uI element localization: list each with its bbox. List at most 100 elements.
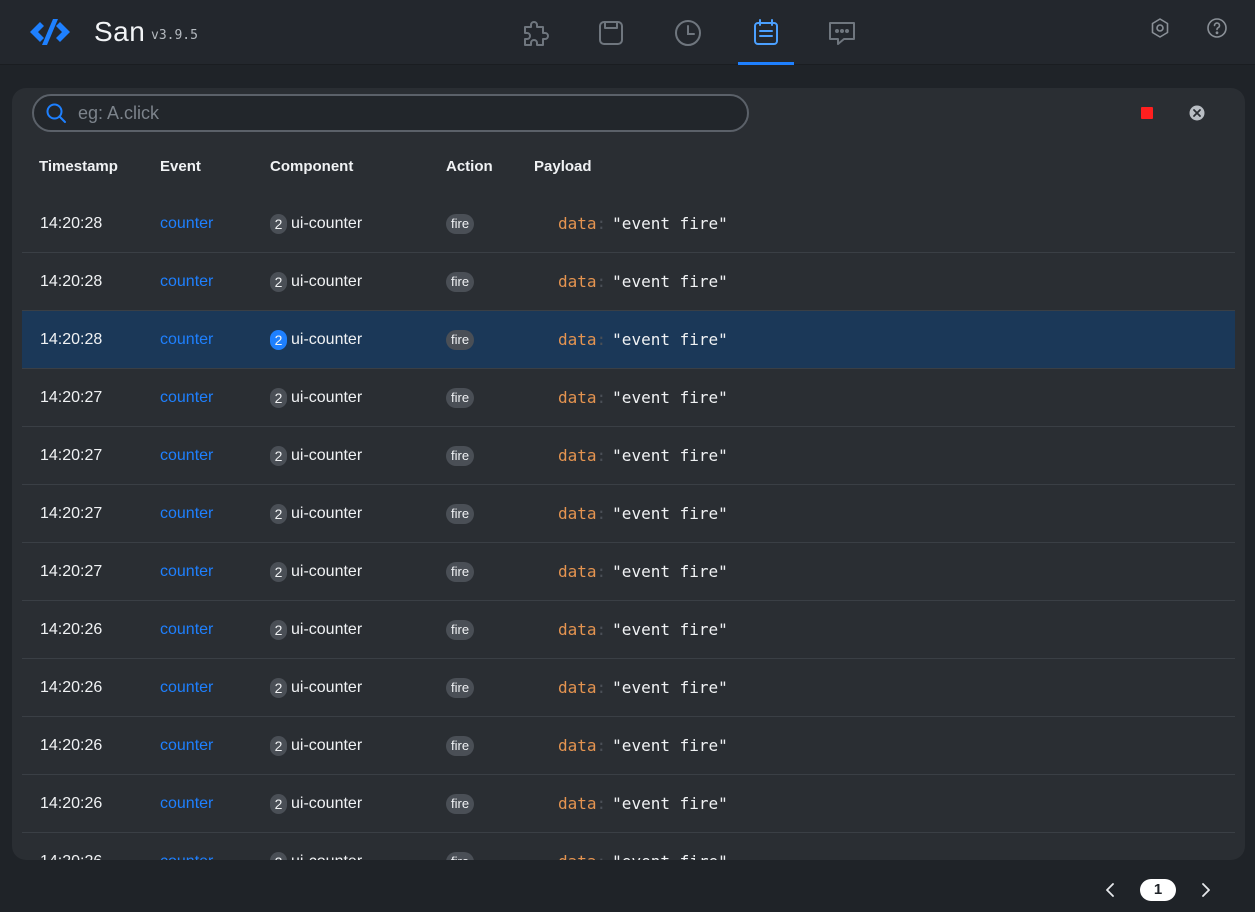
row-action: fire <box>446 543 475 600</box>
message-icon <box>829 21 855 45</box>
table-row[interactable]: 14:20:27 counter 2 ui-counter fire data: "even… <box>22 485 1235 543</box>
component-name: ui-counter <box>291 330 363 348</box>
table-row[interactable]: 14:20:27 counter 2 ui-counter fire data: "even… <box>22 369 1235 427</box>
payload-colon: : <box>596 330 607 349</box>
row-timestamp: 14:20:27 <box>40 388 103 406</box>
table-row[interactable]: 14:20:26 counter 2ui-counter fire data:"even… <box>22 717 1235 775</box>
payload-colon: : <box>596 794 607 813</box>
row-event-link[interactable]: counter <box>160 311 213 368</box>
top-bar: San v3.9.5 <box>0 0 1255 65</box>
payload-key: data <box>558 736 597 755</box>
payload-key: data <box>558 678 597 697</box>
row-action: fire <box>446 775 475 832</box>
row-component[interactable]: 2ui-counter <box>270 601 362 658</box>
table-row[interactable]: 14:20:26counter2ui-counterfiredata:"even… <box>22 833 1235 860</box>
table-row[interactable]: 14:20:26counter2ui-counterfiredata:"even… <box>22 775 1235 833</box>
row-component[interactable]: 2ui-counter <box>270 369 362 426</box>
payload-colon: : <box>596 446 607 465</box>
row-event-link[interactable]: counter <box>160 717 213 774</box>
component-name: ui-counter <box>291 794 363 812</box>
row-event-link[interactable]: counter <box>160 775 213 832</box>
row-component[interactable]: 2ui-counter <box>270 543 362 600</box>
tab-messages[interactable] <box>814 0 870 65</box>
action-badge: fire <box>446 851 475 860</box>
action-badge: fire <box>446 619 475 640</box>
row-component[interactable]: 2ui-counter <box>270 485 362 542</box>
action-badge: fire <box>446 735 475 756</box>
payload-colon: : <box>596 678 607 697</box>
table-row[interactable]: 14:20:27 counter 2 ui-counter fire data: "even… <box>22 543 1235 601</box>
payload-value: "event fire" <box>612 852 728 860</box>
stop-record-button[interactable] <box>1141 107 1153 119</box>
tab-events[interactable] <box>738 0 794 65</box>
settings-icon[interactable] <box>1148 16 1172 40</box>
puzzle-icon <box>524 20 549 46</box>
action-badge: fire <box>446 561 475 582</box>
tab-store[interactable] <box>583 0 639 65</box>
header-event: Event <box>160 158 201 175</box>
row-event-link[interactable]: counter <box>160 369 213 426</box>
search-input[interactable] <box>78 98 747 128</box>
row-component[interactable]: 2ui-counter <box>270 659 362 716</box>
row-timestamp: 14:20:28 <box>40 214 103 232</box>
action-badge: fire <box>446 793 475 814</box>
row-event-link[interactable]: counter <box>160 543 213 600</box>
row-event-link[interactable]: counter <box>160 601 213 658</box>
row-event-link[interactable]: counter <box>160 659 213 716</box>
payload-value: "event fire" <box>612 794 728 813</box>
header-payload: Payload <box>534 158 592 175</box>
row-payload: data: "event fire" <box>558 369 728 426</box>
action-badge: fire <box>446 503 475 524</box>
row-action: fire <box>446 253 475 310</box>
row-component[interactable]: 2ui-counter <box>270 717 362 774</box>
row-timestamp: 14:20:27 <box>40 446 103 464</box>
row-timestamp: 14:20:28 <box>40 272 103 290</box>
payload-key: data <box>558 446 597 465</box>
payload-value: "event fire" <box>612 214 728 233</box>
component-id-badge: 2 <box>270 503 287 524</box>
table-row[interactable]: 14:20:28 counter 2 ui-counter fire data: "even… <box>22 195 1235 253</box>
next-page-icon[interactable] <box>1196 880 1216 900</box>
row-component[interactable]: 2ui-counter <box>270 195 362 252</box>
current-page-button[interactable]: 1 <box>1140 879 1176 901</box>
row-event-link[interactable]: counter <box>160 253 213 310</box>
table-row[interactable]: 14:20:28 counter 2 ui-counter fire data: "even… <box>22 253 1235 311</box>
row-payload: data: "event fire" <box>558 833 728 860</box>
row-action: fire <box>446 833 475 860</box>
table-row[interactable]: 14:20:26counter2ui-counterfiredata:"even… <box>22 601 1235 659</box>
row-payload: data: "event fire" <box>558 543 728 600</box>
row-payload: data: "event fire" <box>558 253 728 310</box>
row-payload: data: "event fire" <box>558 775 728 832</box>
row-timestamp: 14:20:27 <box>40 504 103 522</box>
tab-components[interactable] <box>507 0 563 65</box>
row-component[interactable]: 2ui-counter <box>270 775 362 832</box>
row-event-link[interactable]: counter <box>160 485 213 542</box>
row-event-link[interactable]: counter <box>160 427 213 484</box>
prev-page-icon[interactable] <box>1100 880 1120 900</box>
row-component[interactable]: 2ui-counter <box>270 311 362 368</box>
clear-icon[interactable] <box>1189 105 1205 121</box>
row-event-link[interactable]: counter <box>160 833 213 861</box>
row-event-link[interactable]: counter <box>160 195 213 252</box>
component-name: ui-counter <box>291 678 363 696</box>
component-name: ui-counter <box>291 272 363 290</box>
row-payload: data: "event fire" <box>558 195 728 252</box>
row-payload: data: "event fire" <box>558 717 728 774</box>
row-component[interactable]: 2ui-counter <box>270 253 362 310</box>
payload-value: "event fire" <box>612 678 728 697</box>
tab-history[interactable] <box>660 0 716 65</box>
row-component[interactable]: 2ui-counter <box>270 833 362 860</box>
row-component[interactable]: 2ui-counter <box>270 427 362 484</box>
action-badge: fire <box>446 677 475 698</box>
payload-value: "event fire" <box>612 272 728 291</box>
help-icon[interactable] <box>1205 16 1229 40</box>
row-timestamp: 14:20:26 <box>40 736 103 754</box>
table-row[interactable]: 14:20:27 counter 2 ui-counter fire data: "even… <box>22 427 1235 485</box>
component-id-badge: 2 <box>270 329 287 350</box>
header-component: Component <box>270 158 354 175</box>
component-name: ui-counter <box>291 620 363 638</box>
table-row[interactable]: 14:20:26counter2ui-counterfiredata:"even… <box>22 659 1235 717</box>
san-logo-icon <box>30 19 70 45</box>
row-payload: data: "event fire" <box>558 427 728 484</box>
table-row[interactable]: 14:20:28 counter 2 ui-counter fire data: "even… <box>22 311 1235 369</box>
